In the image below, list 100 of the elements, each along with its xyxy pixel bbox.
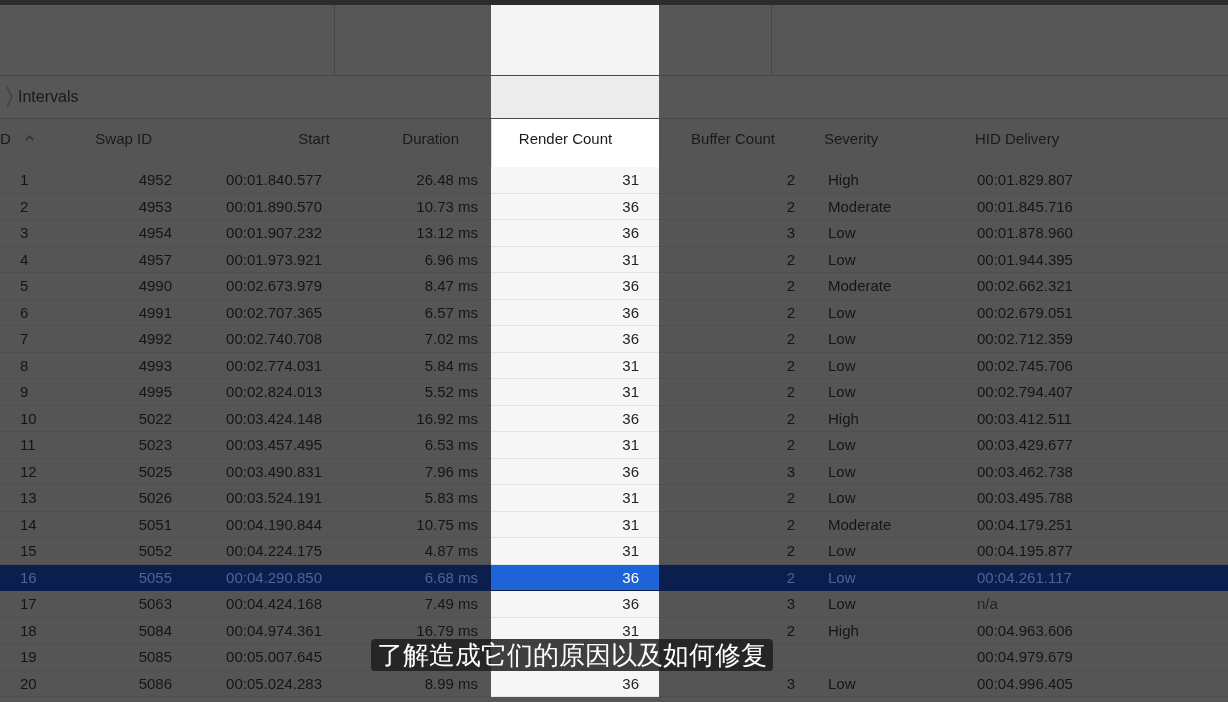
table-cell: 7 — [20, 330, 29, 348]
table-cell: 2 — [786, 489, 795, 507]
table-cell: Low — [828, 356, 856, 374]
table-row[interactable]: 1 4952 00:01.840.577 26.48 ms 31 2 High 00:01.829.807 — [0, 167, 1228, 194]
table-cell: 4954 — [138, 224, 172, 242]
table-cell: 5052 — [138, 542, 172, 560]
table-cell: 2 — [786, 436, 795, 454]
table-cell: 00:03.495.788 — [977, 489, 1073, 507]
table-cell: 5 — [20, 277, 29, 295]
table-cell: 5055 — [138, 568, 172, 586]
table-cell: 00:04.190.844 — [226, 515, 322, 533]
table-cell: 00:02.712.359 — [977, 330, 1073, 348]
table-row[interactable]: 14 5051 00:04.190.844 10.75 ms 31 2 Moderate 00:04.179.251 — [0, 511, 1228, 538]
table-cell: 8 — [20, 356, 29, 374]
table-cell: 2 — [786, 197, 795, 215]
table-row[interactable]: 6 4991 00:02.707.365 6.57 ms 36 2 Low 00:02.679.051 — [0, 299, 1228, 326]
table-row[interactable]: 13 5026 00:03.524.191 5.83 ms 31 2 Low 00:03.495.788 — [0, 485, 1228, 512]
table-cell: 2 — [786, 515, 795, 533]
table-cell: High — [828, 171, 859, 189]
table-cell: 00:02.824.013 — [226, 383, 322, 401]
table-cell: 31 — [622, 383, 639, 401]
table-cell: 10 — [20, 409, 37, 427]
table-cell: 5.83 ms — [424, 489, 478, 507]
table-cell: 4992 — [138, 330, 172, 348]
table-row[interactable]: 16 5055 00:04.290.850 6.68 ms 36 2 Low 00:04.261.117 — [0, 564, 1228, 591]
table-cell: 36 — [622, 595, 639, 613]
table-cell: 10.73 ms — [416, 197, 478, 215]
table-cell: High — [828, 409, 859, 427]
table-cell: Low — [828, 489, 856, 507]
table-cell: 16.79 ms — [416, 621, 478, 639]
table-cell: 5063 — [138, 595, 172, 613]
table-cell: 00:01.840.577 — [226, 171, 322, 189]
table-cell: 36 — [622, 197, 639, 215]
table-cell: 3 — [786, 674, 795, 692]
table-cell: 6 — [20, 303, 29, 321]
table-cell: 00:03.412.511 — [977, 409, 1072, 427]
table-cell: 00:01.973.921 — [226, 250, 322, 268]
table-cell: 3 — [786, 224, 795, 242]
table-cell: Low — [828, 383, 856, 401]
table-cell: 31 — [622, 515, 639, 533]
table-cell: 31 — [622, 250, 639, 268]
table-row[interactable]: 4 4957 00:01.973.921 6.96 ms 31 2 Low 00:01.944.395 — [0, 246, 1228, 273]
table-row[interactable]: 3 4954 00:01.907.232 13.12 ms 36 3 Low 00:01.878.960 — [0, 220, 1228, 247]
table-cell: 5025 — [138, 462, 172, 480]
table-cell: 5.84 ms — [424, 356, 478, 374]
table-cell: 36 — [622, 568, 639, 586]
table-cell: 5051 — [138, 515, 172, 533]
table-cell: 00:02.774.031 — [226, 356, 322, 374]
table-cell: 00:01.878.960 — [977, 224, 1073, 242]
table-cell: High — [828, 621, 859, 639]
table-cell: 00:03.429.677 — [977, 436, 1073, 454]
table-cell: 00:02.679.051 — [977, 303, 1073, 321]
chevron-icon — [6, 86, 13, 108]
table-cell: 15 — [20, 542, 37, 560]
table-cell: Low — [828, 303, 856, 321]
table-cell: 00:04.179.251 — [977, 515, 1073, 533]
table-cell: 00:01.944.395 — [977, 250, 1073, 268]
table-cell: 2 — [20, 197, 29, 215]
table-cell: 12 — [20, 462, 37, 480]
table-cell: 00:01.829.807 — [977, 171, 1073, 189]
table-cell: 3 — [20, 224, 29, 242]
table-row[interactable]: 10 5022 00:03.424.148 16.92 ms 36 2 High 00:03.412.511 — [0, 405, 1228, 432]
table-row[interactable]: 5 4990 00:02.673.979 8.47 ms 36 2 Moderate 00:02.662.321 — [0, 273, 1228, 300]
table-cell: 00:02.707.365 — [226, 303, 322, 321]
table-cell: 00:04.224.175 — [226, 542, 322, 560]
table-cell: 00:04.996.405 — [977, 674, 1073, 692]
table-cell: 1 — [20, 171, 29, 189]
table-cell: 3 — [786, 462, 795, 480]
table-cell: 2 — [786, 277, 795, 295]
table-cell: 4953 — [138, 197, 172, 215]
table-cell: 00:02.673.979 — [226, 277, 322, 295]
table-cell: Moderate — [828, 197, 892, 215]
table-row[interactable]: 11 5023 00:03.457.495 6.53 ms 31 2 Low 00:03.429.677 — [0, 432, 1228, 459]
table-row[interactable]: 9 4995 00:02.824.013 5.52 ms 31 2 Low 00:02.794.407 — [0, 379, 1228, 406]
table-cell: 2 — [786, 409, 795, 427]
table-cell: Low — [828, 330, 856, 348]
table-cell: 00:01.845.716 — [977, 197, 1073, 215]
table-cell: 00:03.524.191 — [226, 489, 322, 507]
table-cell: 00:01.907.232 — [226, 224, 322, 242]
table-cell: 7.02 ms — [424, 330, 478, 348]
table-cell: 00:04.424.168 — [226, 595, 322, 613]
table-cell: Low — [828, 250, 856, 268]
subtitle-caption: 了解造成它们的原因以及如何修复 — [371, 639, 773, 671]
table-row[interactable]: 2 4953 00:01.890.570 10.73 ms 36 2 Moderate 00:01.845.716 — [0, 193, 1228, 220]
table-row[interactable]: 15 5052 00:04.224.175 4.87 ms 31 2 Low 00:04.195.877 — [0, 538, 1228, 565]
table-cell: 2 — [786, 383, 795, 401]
table-cell: 2 — [786, 303, 795, 321]
table-cell: 2 — [786, 568, 795, 586]
table-cell: 00:05.024.283 — [226, 674, 322, 692]
table-cell: 7.49 ms — [424, 595, 478, 613]
table-cell: 17 — [20, 595, 37, 613]
table-cell: 36 — [622, 674, 639, 692]
table-cell: 8.47 ms — [424, 277, 478, 295]
table-cell: Low — [828, 674, 856, 692]
table-row[interactable]: 12 5025 00:03.490.831 7.96 ms 36 3 Low 00:03.462.738 — [0, 458, 1228, 485]
table-cell: 00:02.745.706 — [977, 356, 1073, 374]
table-cell: 4952 — [138, 171, 172, 189]
table-row[interactable]: 8 4993 00:02.774.031 5.84 ms 31 2 Low 00:02.745.706 — [0, 352, 1228, 379]
table-row[interactable]: 7 4992 00:02.740.708 7.02 ms 36 2 Low 00:02.712.359 — [0, 326, 1228, 353]
table-cell: Low — [828, 224, 856, 242]
